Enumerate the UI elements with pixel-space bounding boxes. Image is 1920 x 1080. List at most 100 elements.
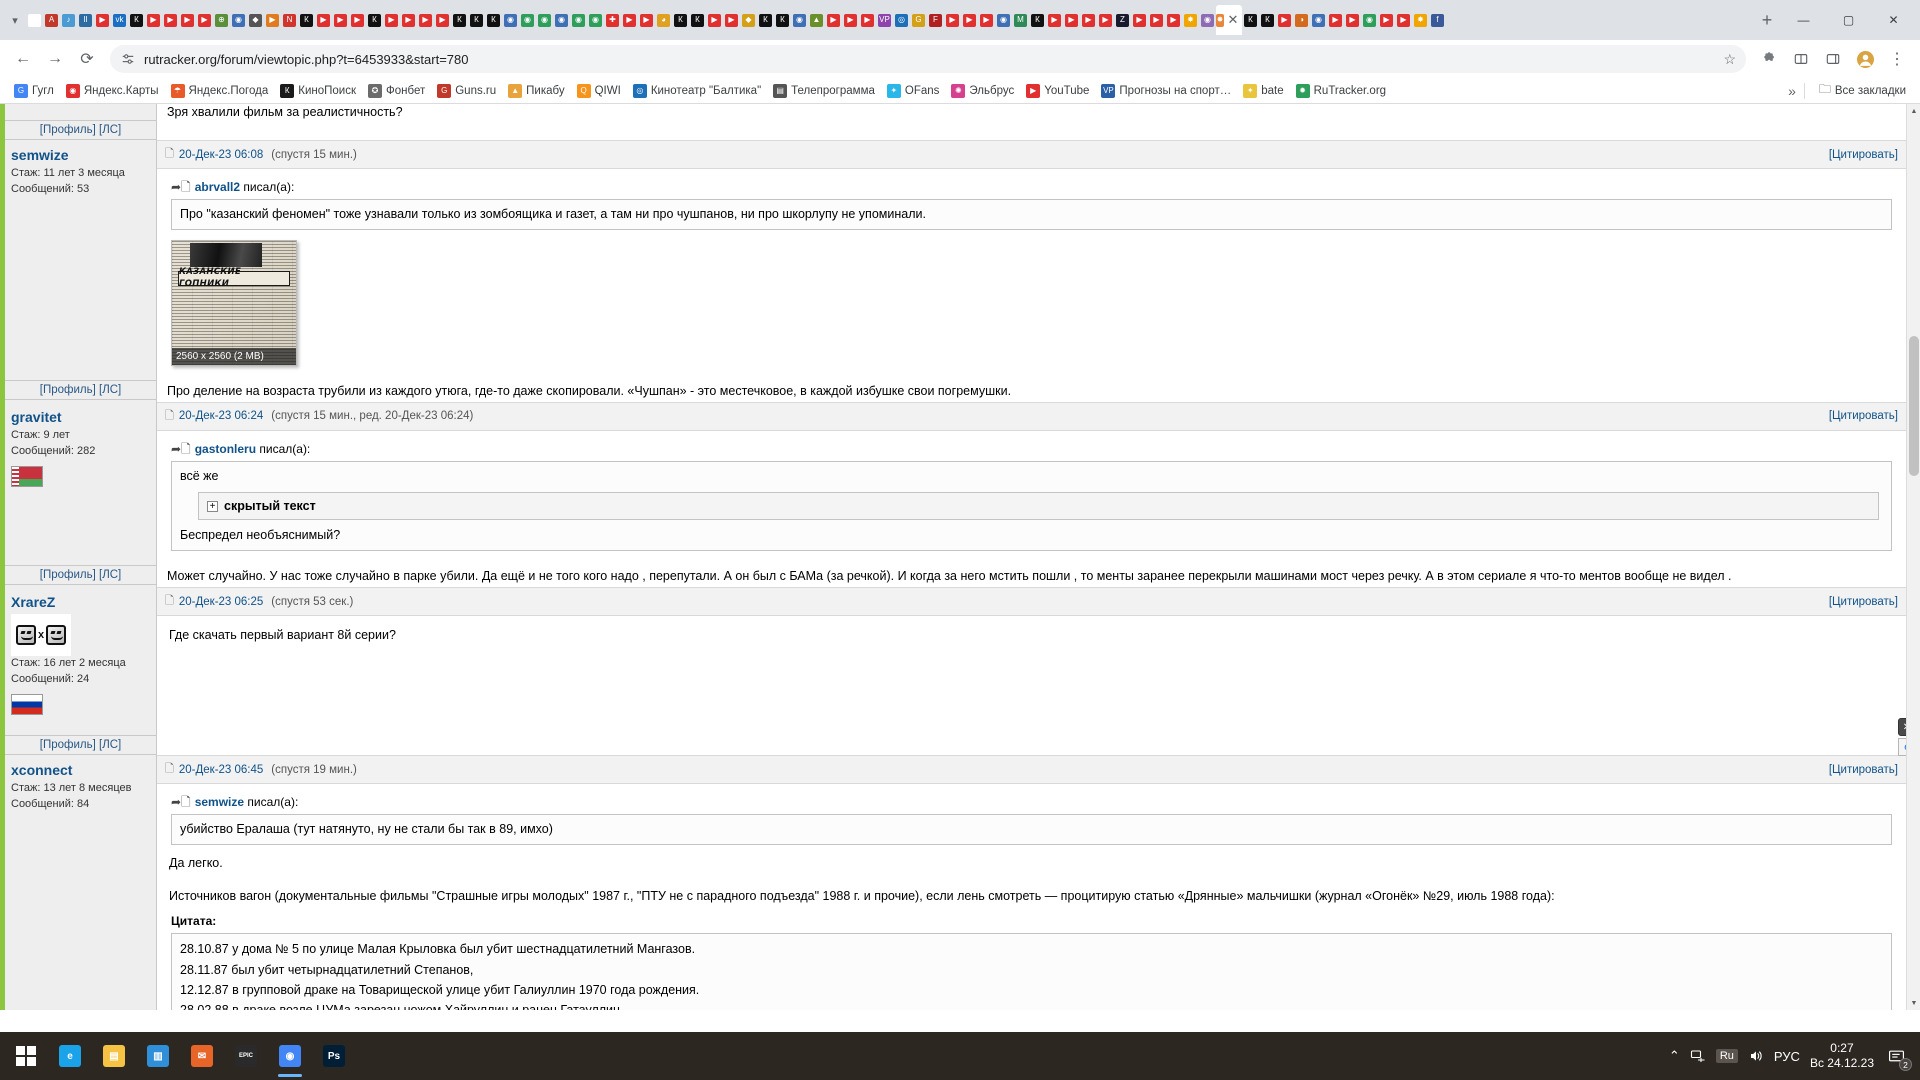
pm-link[interactable]: [ЛС]: [99, 384, 121, 396]
post-date[interactable]: 20-Дек-23 06:08: [179, 149, 263, 161]
browser-tab[interactable]: К: [757, 5, 774, 35]
quote-author[interactable]: abrvall2: [195, 180, 240, 194]
profile-link[interactable]: [Профиль]: [40, 569, 96, 581]
taskbar-chrome-button[interactable]: ◉: [268, 1034, 312, 1078]
browser-tab[interactable]: ▶: [1327, 5, 1344, 35]
expand-plus-icon[interactable]: +: [207, 500, 218, 512]
quote-button[interactable]: [Цитировать]: [1829, 596, 1898, 608]
volume-icon[interactable]: [1748, 1048, 1764, 1064]
scrollbar-thumb[interactable]: [1909, 336, 1919, 476]
quote-button[interactable]: [Цитировать]: [1829, 410, 1898, 422]
post-author-name[interactable]: semwize: [11, 147, 150, 163]
taskbar-store-button[interactable]: ▥: [136, 1034, 180, 1078]
browser-tab[interactable]: ◉: [502, 5, 519, 35]
browser-tab[interactable]: ▶: [315, 5, 332, 35]
browser-tab[interactable]: К: [774, 5, 791, 35]
browser-tab[interactable]: ▶: [94, 5, 111, 35]
browser-tab[interactable]: ▶: [723, 5, 740, 35]
attachment-thumbnail[interactable]: КАЗАНСКИЕ ГОПНИКИ 2560 x 2560 (2 MB): [171, 239, 297, 366]
browser-tab[interactable]: ▶: [944, 5, 961, 35]
taskbar-clock[interactable]: 0:27 Вс 24.12.23: [1810, 1041, 1874, 1071]
keyboard-language[interactable]: РУС: [1774, 1049, 1800, 1064]
profile-link[interactable]: [Профиль]: [40, 124, 96, 136]
post-author-name[interactable]: xconnect: [11, 762, 150, 778]
start-button[interactable]: [4, 1034, 48, 1078]
bookmark-item[interactable]: ✪ Фонбет: [362, 82, 431, 100]
browser-tab[interactable]: vk: [111, 5, 128, 35]
browser-tab[interactable]: ▶: [264, 5, 281, 35]
bookmark-item[interactable]: ✦ OFans: [881, 82, 946, 100]
post-author-name[interactable]: gravitet: [11, 409, 150, 425]
browser-tab[interactable]: ◉: [1310, 5, 1327, 35]
bookmark-item[interactable]: ◎ Кинотеатр "Балтика": [627, 82, 767, 100]
browser-tab[interactable]: ▶: [859, 5, 876, 35]
browser-tab[interactable]: [26, 5, 43, 35]
browser-tab[interactable]: M: [1012, 5, 1029, 35]
browser-tab[interactable]: ▶: [1046, 5, 1063, 35]
browser-tab[interactable]: ✚: [604, 5, 621, 35]
spoiler-toggle[interactable]: + скрытый текст: [198, 491, 1879, 521]
minimize-button[interactable]: —: [1781, 4, 1826, 36]
browser-tab[interactable]: ✸: [1182, 5, 1199, 35]
browser-tab[interactable]: II: [77, 5, 94, 35]
browser-tab[interactable]: ▶: [1378, 5, 1395, 35]
bookmark-star-icon[interactable]: ☆: [1723, 51, 1736, 68]
browser-tab[interactable]: ◉: [995, 5, 1012, 35]
bookmark-item[interactable]: ◉ Яндекс.Карты: [60, 82, 165, 100]
taskbar-file-explorer-button[interactable]: ▤: [92, 1034, 136, 1078]
browser-tab[interactable]: ▶: [1344, 5, 1361, 35]
scroll-down-arrow-icon[interactable]: ▼: [1907, 996, 1920, 1010]
browser-tab[interactable]: ▶: [1063, 5, 1080, 35]
browser-tab[interactable]: ▶: [825, 5, 842, 35]
browser-tab[interactable]: К: [485, 5, 502, 35]
pm-link[interactable]: [ЛС]: [99, 569, 121, 581]
bookmark-item[interactable]: ✦ bate: [1237, 82, 1289, 100]
bookmark-item[interactable]: ▶ YouTube: [1020, 82, 1095, 100]
browser-tab[interactable]: ▶: [400, 5, 417, 35]
browser-tab[interactable]: ◑: [1293, 5, 1310, 35]
browser-tab[interactable]: ▶: [162, 5, 179, 35]
browser-tab-active[interactable]: ✸ ✕: [1216, 5, 1242, 35]
browser-tab[interactable]: ▶: [1276, 5, 1293, 35]
quote-author[interactable]: gastonleru: [195, 442, 256, 456]
quote-author[interactable]: semwize: [195, 795, 244, 809]
page-scrollbar[interactable]: ▲ ▼: [1906, 104, 1920, 1010]
browser-tab[interactable]: ▶: [621, 5, 638, 35]
browser-tab[interactable]: ◆: [740, 5, 757, 35]
bookmark-item[interactable]: ▤ Телепрограмма: [767, 82, 881, 100]
browser-tab[interactable]: ◉: [1361, 5, 1378, 35]
browser-tab[interactable]: ◉: [230, 5, 247, 35]
bookmark-item[interactable]: ✺ Эльбрус: [945, 82, 1020, 100]
taskbar-epic-games-button[interactable]: EPIC: [224, 1034, 268, 1078]
all-bookmarks-button[interactable]: 🗀 Все закладки: [1813, 78, 1912, 103]
browser-tab[interactable]: ▶: [961, 5, 978, 35]
browser-tab[interactable]: ▶: [179, 5, 196, 35]
bookmark-item[interactable]: Q QIWI: [571, 82, 627, 100]
browser-tab[interactable]: N: [281, 5, 298, 35]
bookmark-item[interactable]: G Гугл: [8, 82, 60, 100]
browser-tab[interactable]: Z: [1114, 5, 1131, 35]
bookmark-item[interactable]: G Guns.ru: [431, 82, 502, 100]
browser-tab[interactable]: ⊕: [213, 5, 230, 35]
bookmark-item[interactable]: К КиноПоиск: [274, 82, 362, 100]
new-tab-button[interactable]: +: [1753, 6, 1781, 34]
bookmarks-overflow-button[interactable]: »: [1788, 83, 1796, 99]
browser-tab[interactable]: ▶: [434, 5, 451, 35]
browser-tab[interactable]: VP: [876, 5, 893, 35]
browser-tab[interactable]: К: [1259, 5, 1276, 35]
profile-link[interactable]: [Профиль]: [40, 739, 96, 751]
maximize-button[interactable]: ▢: [1826, 4, 1871, 36]
reload-button[interactable]: ⟳: [72, 44, 102, 74]
browser-tab[interactable]: ▶: [417, 5, 434, 35]
forward-button[interactable]: →: [40, 44, 70, 74]
post-date[interactable]: 20-Дек-23 06:45: [179, 764, 263, 776]
browser-tab[interactable]: ▶: [349, 5, 366, 35]
browser-tab[interactable]: К: [451, 5, 468, 35]
browser-tab[interactable]: К: [1242, 5, 1259, 35]
bookmark-item[interactable]: ☂ Яндекс.Погода: [165, 82, 275, 100]
taskbar-edge-button[interactable]: e: [48, 1034, 92, 1078]
language-badge[interactable]: Ru: [1715, 1049, 1738, 1063]
browser-tab[interactable]: ◉: [570, 5, 587, 35]
profile-avatar-icon[interactable]: [1850, 44, 1880, 74]
pm-link[interactable]: [ЛС]: [99, 739, 121, 751]
